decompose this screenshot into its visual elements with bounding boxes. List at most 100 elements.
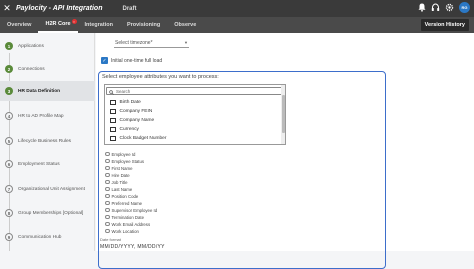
step-lifecycle-business-rules[interactable]: 5 Lifecycle Business Rules (0, 131, 95, 151)
step-number: 6 (5, 160, 13, 168)
search-input[interactable]: Search (106, 87, 283, 95)
search-placeholder: Search (116, 88, 131, 94)
checkbox[interactable] (110, 108, 116, 115)
radio[interactable] (105, 151, 110, 157)
step-number: 9 (5, 233, 13, 241)
avatar[interactable]: RG (459, 2, 470, 13)
step-label: HR Data Definition (18, 88, 61, 94)
bell-icon[interactable] (417, 3, 426, 12)
step-label: Communication Hub (18, 234, 62, 240)
radio[interactable] (105, 165, 110, 171)
timezone-select[interactable]: Select timezone* ▼ (114, 38, 189, 48)
list-item[interactable]: Clock Badget Number (110, 134, 166, 143)
step-communication-hub[interactable]: 9 Communication Hub (0, 227, 95, 247)
attribute-label: Work Email Address (111, 221, 151, 227)
gear-icon[interactable] (445, 3, 454, 12)
step-label: Lifecycle Business Rules (18, 138, 72, 144)
step-applications[interactable]: 1 Applications (0, 36, 95, 56)
step-label: Employment Status (18, 161, 60, 167)
step-label: HR to AD Profile Map (18, 113, 64, 119)
step-number: 7 (5, 185, 13, 193)
list-item-label: Birth Date (119, 100, 141, 105)
attributes-panel: Select employee attributes you want to p… (98, 71, 386, 269)
radio[interactable] (105, 186, 110, 192)
attributes-listbox[interactable]: Search Birth Date Company FEIN Company N… (104, 84, 286, 145)
step-number: 1 (5, 42, 13, 50)
step-number: 3 (5, 87, 13, 95)
step-group-memberships[interactable]: 8 Group Memberships [Optional] (0, 203, 95, 223)
step-hr-to-ad-profile-map[interactable]: 4 HR to AD Profile Map (0, 106, 95, 126)
attribute-label: Position Code (111, 193, 139, 199)
step-label: Connections (18, 66, 45, 72)
top-bar: ✕ Paylocity - API Integration Draft RG (0, 0, 474, 17)
step-label: Applications (18, 43, 44, 49)
attribute-label: Supervisor Employee Id (111, 207, 158, 213)
step-number: 2 (5, 65, 13, 73)
radio[interactable] (105, 172, 110, 178)
selected-attribute[interactable]: Preferred Name (105, 200, 142, 206)
attribute-label: Hire Date (111, 172, 130, 178)
attribute-label: Job Title (111, 179, 128, 185)
selected-attribute[interactable]: Employee Id (105, 151, 135, 157)
tab-label: H2R Core (45, 21, 71, 27)
tab-h2r-core[interactable]: H2R Core ! (38, 17, 78, 33)
selected-attribute[interactable]: Position Code (105, 193, 138, 199)
step-hr-data-definition[interactable]: 3 HR Data Definition (0, 81, 95, 101)
scrollbar-thumb[interactable] (281, 95, 285, 133)
selected-attribute[interactable]: Work Email Address (105, 221, 150, 227)
date-format-input[interactable]: MM/DD/YYYY, MM/DD/YY (100, 244, 165, 250)
attribute-label: Employee Status (111, 158, 144, 164)
tab-provisioning[interactable]: Provisioning (120, 17, 167, 33)
timezone-placeholder: Select timezone* (115, 39, 153, 46)
selected-attribute[interactable]: Supervisor Employee Id (105, 207, 157, 213)
initial-load-label: Initial one-time full load (111, 57, 163, 64)
selected-attribute[interactable]: Hire Date (105, 172, 130, 178)
tab-observe[interactable]: Observe (167, 17, 203, 33)
step-organizational-unit-assignment[interactable]: 7 Organizational Unit Assignment (0, 179, 95, 199)
radio[interactable] (105, 200, 110, 206)
list-item[interactable]: Currency (110, 125, 139, 134)
app-title: Paylocity - API Integration (16, 5, 103, 12)
list-item[interactable]: Company FEIN (110, 107, 152, 116)
step-connections[interactable]: 2 Connections (0, 59, 95, 79)
radio[interactable] (105, 207, 110, 213)
radio[interactable] (105, 221, 110, 227)
radio[interactable] (105, 214, 110, 220)
radio[interactable] (105, 228, 110, 234)
selected-attribute[interactable]: Job Title (105, 179, 128, 185)
list-item-label: Company FEIN (119, 109, 153, 114)
attribute-label: Work Location (111, 228, 139, 234)
step-number: 4 (5, 112, 13, 120)
radio[interactable] (105, 179, 110, 185)
list-item[interactable]: Company Name (110, 116, 154, 125)
listbox-scrollbar[interactable] (281, 85, 285, 144)
selected-attribute[interactable]: Termination Date (105, 214, 144, 220)
radio[interactable] (105, 158, 110, 164)
checkmark-icon: ✓ (101, 57, 108, 64)
radio[interactable] (105, 193, 110, 199)
selected-attribute[interactable]: Work Location (105, 228, 139, 234)
checkbox[interactable] (110, 99, 116, 106)
steps-sidebar: 1 Applications 2 Connections 3 HR Data D… (0, 33, 95, 251)
tab-integration[interactable]: Integration (78, 17, 120, 33)
step-employment-status[interactable]: 6 Employment Status (0, 154, 95, 174)
checkbox[interactable] (110, 117, 116, 124)
checkbox[interactable] (110, 135, 116, 142)
nav-bar: Overview H2R Core ! Integration Provisio… (0, 17, 474, 33)
attribute-label: Preferred Name (111, 200, 143, 206)
tab-overview[interactable]: Overview (0, 17, 38, 33)
version-history-button[interactable]: Version History (420, 19, 469, 31)
initial-load-checkbox[interactable]: ✓ Initial one-time full load (101, 57, 162, 64)
selected-attribute[interactable]: Employee Status (105, 158, 144, 164)
selected-attribute[interactable]: First Name (105, 165, 133, 171)
main-content: Select timezone* ▼ ✓ Initial one-time fu… (96, 33, 474, 269)
status-badge: Draft (122, 5, 137, 12)
attribute-label: Employee Id (111, 151, 136, 157)
step-label: Organizational Unit Assignment (18, 186, 85, 192)
list-item[interactable]: Birth Date (110, 98, 141, 107)
headset-icon[interactable] (431, 3, 440, 12)
attribute-label: First Name (111, 165, 133, 171)
checkbox[interactable] (110, 126, 116, 133)
selected-attribute[interactable]: Last Name (105, 186, 132, 192)
close-icon[interactable]: ✕ (1, 3, 13, 14)
